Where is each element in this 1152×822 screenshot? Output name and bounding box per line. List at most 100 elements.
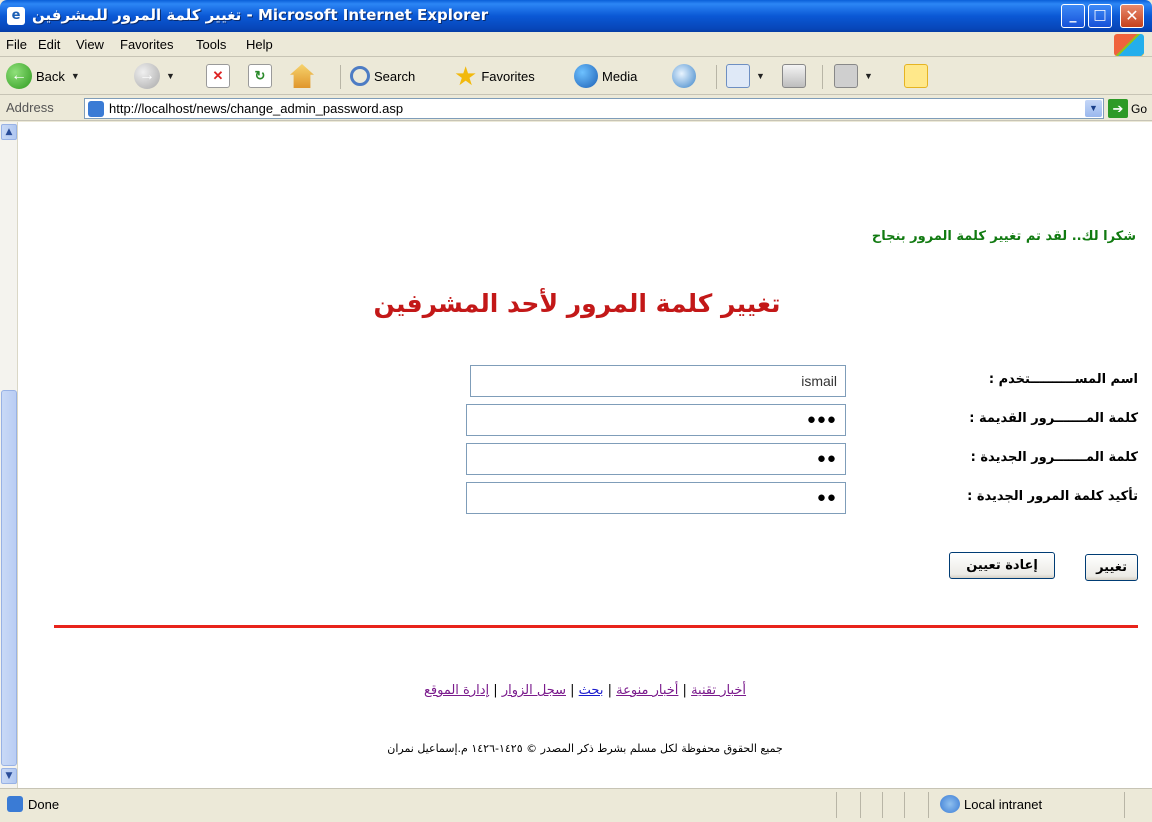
history-icon [672,64,696,88]
search-icon [350,66,370,86]
messenger-button[interactable] [904,62,928,90]
status-divider [836,792,837,818]
mail-button[interactable]: ▼ [726,62,765,90]
status-bar: Done Local intranet [0,788,1152,822]
username-label: اسم المســــــــــتخدم : [988,372,1138,387]
page-title: تغيير كلمة المرور لأحد المشرفين [18,289,1152,318]
old-password-field[interactable]: ●●● [466,404,846,436]
star-icon: ★ [454,61,478,91]
search-button[interactable]: Search [350,62,415,90]
forward-arrow-icon: → [134,63,160,89]
refresh-button[interactable]: ↻ [248,62,272,90]
address-bar: Address http://localhost/news/change_adm… [0,96,1152,121]
forward-button[interactable]: → ▼ [134,62,175,90]
toolbar-separator [716,65,717,89]
success-message: شكرا لك.. لقد تم تغيير كلمة المرور بنجاح [871,229,1136,244]
local-intranet-icon [940,795,960,813]
stop-icon: ✕ [206,64,230,88]
footer-nav: أخبار تقنية | أخبار منوعة | بحث | سجل ال… [18,683,1152,698]
mail-dropdown-icon[interactable]: ▼ [756,71,765,81]
back-label: Back [36,68,65,84]
menu-help[interactable]: Help [246,37,273,52]
reset-button[interactable]: إعادة تعيين [949,552,1055,579]
scroll-down-button[interactable]: ▼ [1,768,17,784]
divider-line [54,625,1138,628]
go-label: Go [1131,101,1148,116]
window-title: تغيير كلمة المرور للمشرفين - Microsoft I… [32,6,489,24]
ie-page-icon: e [7,7,25,25]
nav-link-guestbook[interactable]: سجل الزوار [502,683,566,698]
page-done-icon [7,796,23,812]
close-button[interactable]: ✕ [1120,4,1144,28]
scroll-up-button[interactable]: ▲ [1,124,17,140]
status-divider [928,792,929,818]
toolbar-separator [822,65,823,89]
favorites-label: Favorites [481,68,535,84]
messenger-icon [904,64,928,88]
old-password-label: كلمة المـــــــرور القديمة : [969,411,1138,426]
go-button[interactable]: ➔ Go [1108,99,1147,118]
nav-link-misc-news[interactable]: أخبار منوعة [616,683,678,698]
page-content: شكرا لك.. لقد تم تغيير كلمة المرور بنجاح… [18,122,1152,788]
edit-icon [834,64,858,88]
menu-bar: File Edit View Favorites Tools Help [0,32,1152,57]
home-icon [290,64,314,88]
new-password-row: كلمة المـــــــرور الجديدة : ●● [438,443,1138,477]
media-button[interactable]: Media [574,62,637,90]
nav-separator: | [682,683,687,698]
menu-favorites[interactable]: Favorites [120,37,173,52]
print-button[interactable] [782,62,806,90]
media-label: Media [602,68,638,84]
new-password-field[interactable]: ●● [466,443,846,475]
vertical-scrollbar[interactable]: ▲ ▼ [0,122,18,788]
status-divider [882,792,883,818]
forward-dropdown-icon[interactable]: ▼ [166,71,175,81]
stop-button[interactable]: ✕ [206,62,230,90]
address-dropdown-icon[interactable]: ▼ [1085,100,1102,117]
edit-dropdown-icon[interactable]: ▼ [864,71,873,81]
menu-view[interactable]: View [76,37,104,52]
home-button[interactable] [290,62,314,90]
page-title-text: تغيير كلمة المرور لأحد المشرفين [373,289,781,318]
mail-icon [726,64,750,88]
nav-link-search[interactable]: بحث [579,683,604,698]
nav-separator: | [607,683,612,698]
windows-logo-icon [1114,34,1144,56]
toolbar-separator [340,65,341,89]
print-icon [782,64,806,88]
page-icon [88,101,104,117]
username-field[interactable]: ismail [470,365,846,397]
new-password-label: كلمة المـــــــرور الجديدة : [970,450,1138,465]
maximize-button[interactable]: □ [1088,4,1112,28]
back-dropdown-icon[interactable]: ▼ [71,71,80,81]
nav-separator: | [493,683,498,698]
media-icon [574,64,598,88]
address-input[interactable]: http://localhost/news/change_admin_passw… [84,98,1104,119]
menu-tools[interactable]: Tools [196,37,226,52]
title-bar: e تغيير كلمة المرور للمشرفين - Microsoft… [0,0,1152,32]
nav-link-tech-news[interactable]: أخبار تقنية [691,683,746,698]
nav-separator: | [570,683,575,698]
favorites-button[interactable]: ★ Favorites [454,62,535,90]
status-divider [1124,792,1125,818]
back-button[interactable]: ← Back ▼ [6,62,80,90]
status-divider [860,792,861,818]
refresh-icon: ↻ [248,64,272,88]
minimize-button[interactable]: _ [1061,4,1085,28]
toolbar: ← Back ▼ → ▼ ✕ ↻ Search ★ Favorites Medi… [0,57,1152,95]
confirm-password-row: تأكيد كلمة المرور الجديدة : ●● [438,482,1138,516]
history-button[interactable] [672,62,696,90]
status-text: Done [28,797,60,812]
go-arrow-icon: ➔ [1108,99,1128,118]
address-url[interactable]: http://localhost/news/change_admin_passw… [109,101,403,116]
nav-link-site-admin[interactable]: إدارة الموقع [424,683,489,698]
confirm-password-field[interactable]: ●● [466,482,846,514]
edit-button[interactable]: ▼ [834,62,873,90]
security-zone-label: Local intranet [964,797,1043,812]
submit-button[interactable]: تغيير [1085,554,1138,581]
scroll-thumb[interactable] [1,390,17,766]
status-divider [904,792,905,818]
menu-edit[interactable]: Edit [38,37,60,52]
search-label: Search [374,68,416,84]
menu-file[interactable]: File [6,37,27,52]
